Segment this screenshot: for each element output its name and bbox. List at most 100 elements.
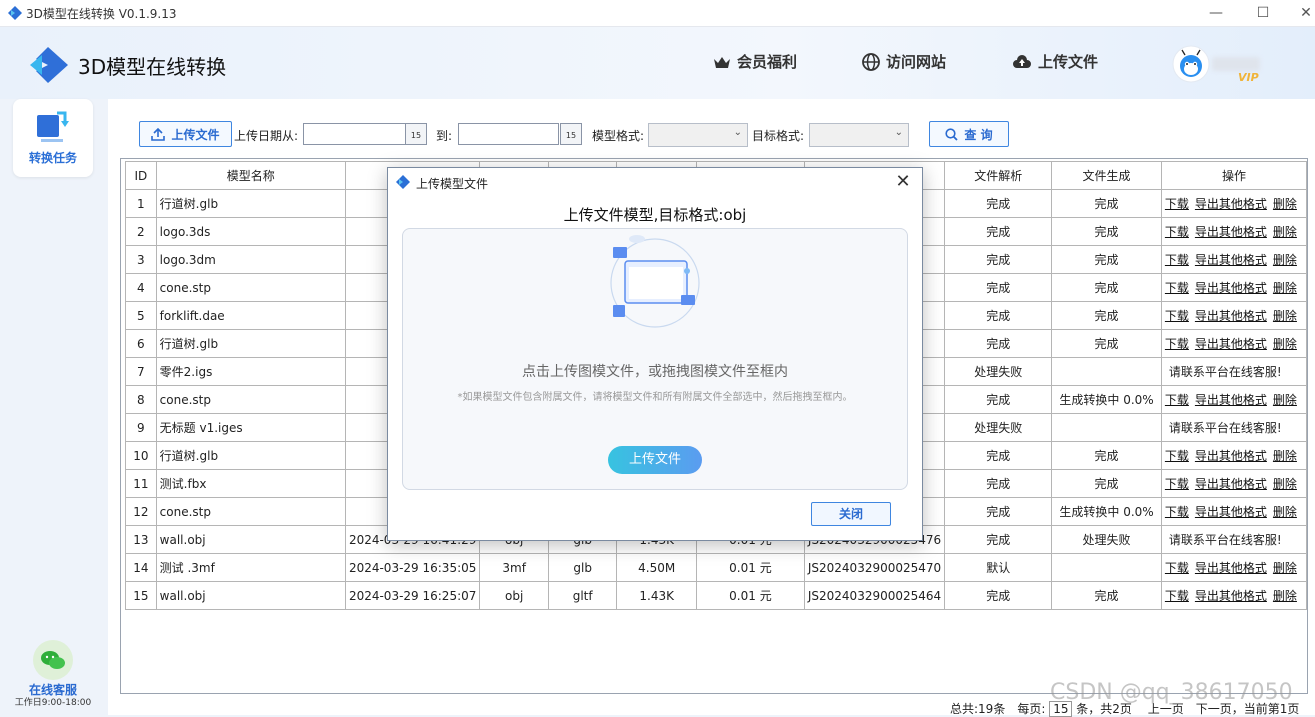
download-link[interactable]: 下载 (1165, 393, 1189, 407)
table-row: 15 wall.obj 2024-03-29 16:25:07 obj gltf 1.43… (125, 581, 1308, 610)
export-link[interactable]: 导出其他格式 (1195, 337, 1267, 351)
delete-link[interactable]: 删除 (1273, 449, 1297, 463)
export-link[interactable]: 导出其他格式 (1195, 281, 1267, 295)
export-link[interactable]: 导出其他格式 (1195, 393, 1267, 407)
table-cell: 处理失败 (944, 357, 1053, 386)
table-cell: 处理失败 (944, 413, 1053, 442)
table-cell: 完成 (1051, 189, 1162, 218)
target-format-select[interactable]: ⌄ (809, 123, 909, 147)
calendar-icon[interactable]: 15 (560, 123, 582, 145)
download-link[interactable]: 下载 (1165, 477, 1189, 491)
download-link[interactable]: 下载 (1165, 449, 1189, 463)
table-cell: 完成 (944, 189, 1053, 218)
table-cell-actions: 下载 导出其他格式 删除 (1160, 217, 1308, 246)
nav-visit-site[interactable]: 访问网站 (862, 51, 946, 72)
table-cell: 完成 (944, 581, 1053, 610)
delete-link[interactable]: 删除 (1273, 589, 1297, 603)
table-cell: obj (479, 581, 549, 610)
export-link[interactable]: 导出其他格式 (1195, 505, 1267, 519)
delete-link[interactable]: 删除 (1273, 505, 1297, 519)
table-cell: 完成 (944, 385, 1053, 414)
table-cell: 完成 (1051, 217, 1162, 246)
nav-upload-file[interactable]: 上传文件 (1012, 51, 1098, 72)
delete-link[interactable]: 删除 (1273, 393, 1297, 407)
delete-link[interactable]: 删除 (1273, 253, 1297, 267)
cloud-upload-icon (1013, 54, 1031, 68)
table-cell: 完成 (944, 217, 1053, 246)
table-cell: forklift.dae (155, 301, 346, 330)
table-cell: 5 (125, 301, 157, 330)
export-link[interactable]: 导出其他格式 (1195, 309, 1267, 323)
dialog-close-button[interactable]: 关闭 (811, 502, 891, 526)
table-cell: 测试.fbx (155, 469, 346, 498)
brand-logo-icon (30, 47, 68, 83)
dialog-upload-button[interactable]: 上传文件 (608, 446, 702, 474)
download-link[interactable]: 下载 (1165, 281, 1189, 295)
window-close-button[interactable]: ✕ (1286, 2, 1315, 24)
download-link[interactable]: 下载 (1165, 253, 1189, 267)
date-to-input[interactable] (458, 123, 559, 145)
table-cell: 15 (125, 581, 157, 610)
table-cell: 8 (125, 385, 157, 414)
export-link[interactable]: 导出其他格式 (1195, 561, 1267, 575)
download-link[interactable]: 下载 (1165, 225, 1189, 239)
table-cell: JS2024032900025470 (803, 553, 946, 582)
maximize-button[interactable]: ☐ (1243, 2, 1283, 24)
table-cell-actions: 下载 导出其他格式 删除 (1160, 441, 1308, 470)
table-cell-actions: 下载 导出其他格式 删除 (1160, 329, 1308, 358)
delete-link[interactable]: 删除 (1273, 225, 1297, 239)
delete-link[interactable]: 删除 (1273, 309, 1297, 323)
table-cell: cone.stp (155, 273, 346, 302)
model-format-select[interactable]: ⌄ (648, 123, 748, 147)
table-cell: 完成 (944, 329, 1053, 358)
table-cell: cone.stp (155, 497, 346, 526)
export-link[interactable]: 导出其他格式 (1195, 449, 1267, 463)
export-link[interactable]: 导出其他格式 (1195, 477, 1267, 491)
upload-icon (151, 127, 166, 141)
table-cell: 0.01 元 (696, 581, 805, 610)
export-link[interactable]: 导出其他格式 (1195, 589, 1267, 603)
export-link[interactable]: 导出其他格式 (1195, 253, 1267, 267)
file-drop-zone[interactable]: 点击上传图模文件，或拖拽图模文件至框内 *如果模型文件包含附属文件，请将模型文件… (402, 228, 908, 490)
close-icon[interactable]: ✕ (892, 171, 914, 192)
table-cell-actions: 下载 导出其他格式 删除 (1160, 581, 1308, 610)
table-cell: 6 (125, 329, 157, 358)
download-link[interactable]: 下载 (1165, 505, 1189, 519)
delete-link[interactable]: 删除 (1273, 477, 1297, 491)
minimize-button[interactable]: — (1196, 2, 1236, 24)
download-link[interactable]: 下载 (1165, 561, 1189, 575)
table-cell-actions: 下载 导出其他格式 删除 (1160, 245, 1308, 274)
delete-link[interactable]: 删除 (1273, 561, 1297, 575)
wechat-icon[interactable] (33, 640, 73, 680)
export-link[interactable]: 导出其他格式 (1195, 225, 1267, 239)
table-cell: 完成 (944, 441, 1053, 470)
delete-link[interactable]: 删除 (1273, 337, 1297, 351)
delete-link[interactable]: 删除 (1273, 197, 1297, 211)
upload-file-button[interactable]: 上传文件 (139, 121, 232, 147)
download-link[interactable]: 下载 (1165, 197, 1189, 211)
date-from-input[interactable] (303, 123, 406, 145)
upload-file-label: 上传文件 (171, 127, 220, 142)
download-link[interactable]: 下载 (1165, 309, 1189, 323)
date-to-label: 到: (436, 129, 453, 143)
delete-link[interactable]: 删除 (1273, 281, 1297, 295)
window-title: 3D模型在线转换 V0.1.9.13 (26, 7, 177, 21)
export-link[interactable]: 导出其他格式 (1195, 197, 1267, 211)
table-cell: 0.01 元 (696, 553, 805, 582)
calendar-icon[interactable]: 15 (405, 123, 427, 145)
table-cell: wall.obj (155, 525, 346, 554)
sidebar-item-convert-tasks[interactable]: 转换任务 (13, 99, 93, 177)
avatar[interactable] (1172, 45, 1210, 83)
table-cell: 完成 (944, 301, 1053, 330)
col-header: 文件生成 (1051, 161, 1162, 190)
table-cell: 生成转换中 0.0% (1051, 497, 1162, 526)
nav-member-benefits[interactable]: 会员福利 (713, 51, 797, 72)
download-link[interactable]: 下载 (1165, 589, 1189, 603)
brand-title: 3D模型在线转换 (78, 55, 227, 79)
contact-support-text: 请联系平台在线客服! (1168, 533, 1282, 547)
table-cell: glb (547, 553, 618, 582)
download-link[interactable]: 下载 (1165, 337, 1189, 351)
query-button[interactable]: 查 询 (929, 121, 1009, 147)
table-cell: logo.3ds (155, 217, 346, 246)
table-cell: 1.43K (616, 581, 698, 610)
